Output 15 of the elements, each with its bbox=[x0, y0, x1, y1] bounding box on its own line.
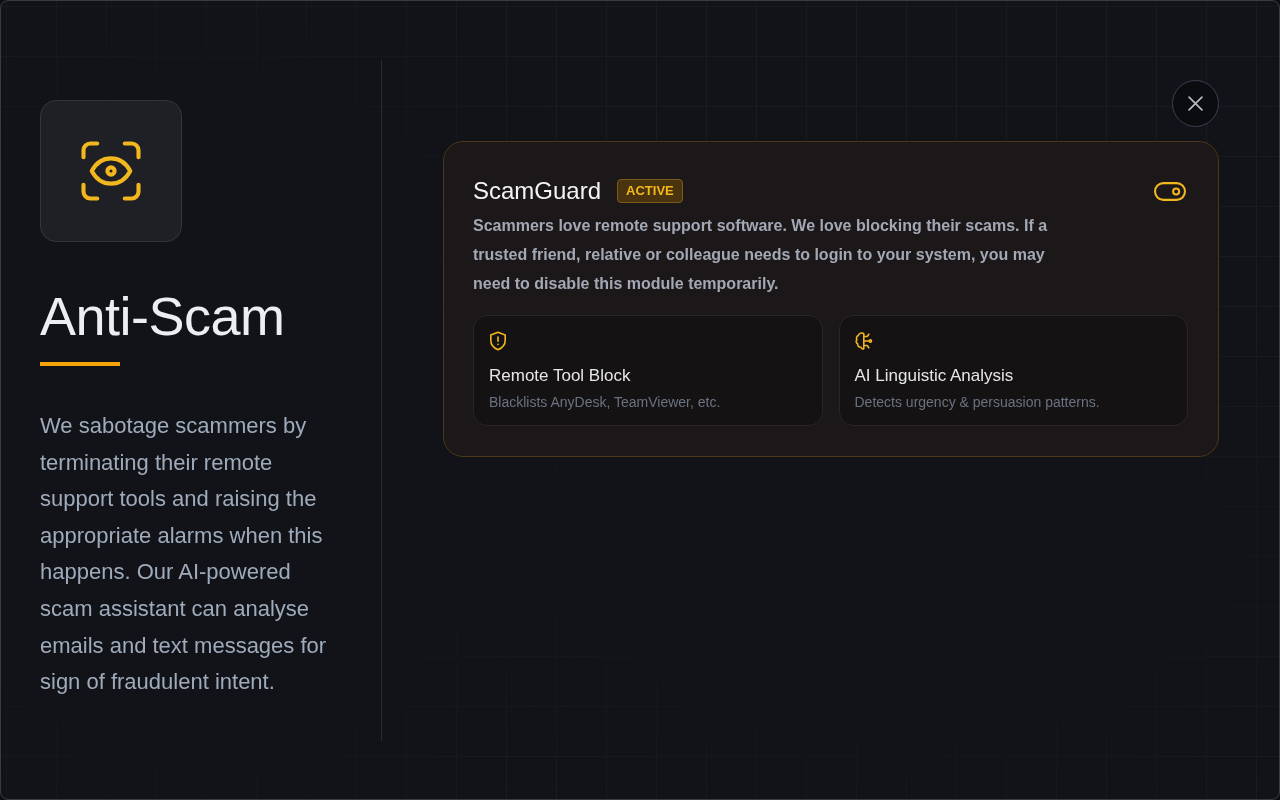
close-button[interactable] bbox=[1172, 80, 1219, 127]
eye-scan-icon bbox=[40, 100, 182, 242]
toggle-switch[interactable] bbox=[1154, 181, 1186, 201]
status-badge: ACTIVE bbox=[617, 179, 683, 203]
page-description: We sabotage scammers by terminating their remote support tools and raising the appropriate alarms when this happens. Our AI-powered scam assistant can analyse emails and text messages for sign of fraudulent intent. bbox=[40, 412, 328, 697]
shield-alert-icon bbox=[489, 331, 507, 351]
close-icon bbox=[1188, 96, 1203, 111]
feature-subtitle: Blacklists AnyDesk, TeamViewer, etc. bbox=[489, 393, 721, 411]
feature-title: AI Linguistic Analysis bbox=[854, 365, 1014, 387]
feature-title: Remote Tool Block bbox=[489, 365, 631, 387]
brain-icon bbox=[854, 331, 873, 351]
module-name: ScamGuard bbox=[473, 176, 602, 206]
feature-subtitle: Detects urgency & persuasion patterns. bbox=[854, 393, 1100, 411]
page-title: Anti-Scam bbox=[40, 285, 285, 348]
module-description: Scammers love remote support software. We love blocking their scams. If a trusted friend, relative or colleague needs to login to your system, you may need to disable this module temporarily. bbox=[473, 216, 1049, 294]
